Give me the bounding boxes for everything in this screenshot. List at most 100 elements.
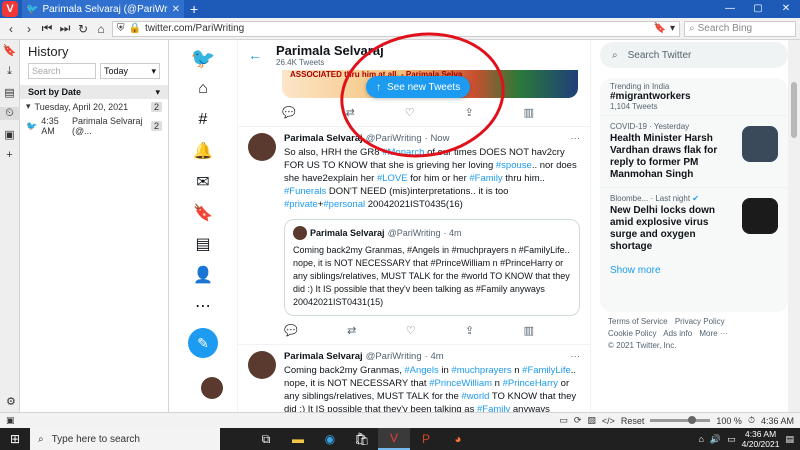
ads-info-link[interactable]: Ads info bbox=[663, 329, 692, 338]
taskbar-search-input[interactable]: ⌕ Type here to search bbox=[30, 428, 220, 450]
close-window-icon[interactable]: ✕ bbox=[772, 0, 800, 18]
analytics-icon[interactable]: ▥ bbox=[524, 106, 534, 119]
code-icon[interactable]: </> bbox=[602, 416, 615, 426]
scrollbar-thumb[interactable] bbox=[791, 82, 797, 138]
tweet-author[interactable]: Parimala Selvaraj bbox=[284, 351, 363, 362]
search-engine-field[interactable]: ⌕ Search Bing bbox=[684, 20, 796, 37]
like-icon[interactable]: ♡ bbox=[406, 324, 416, 337]
system-clock[interactable]: 4:36 AM 4/20/2021 bbox=[742, 429, 780, 449]
retweet-icon[interactable]: ⇄ bbox=[347, 324, 356, 337]
vivaldi-taskbar-icon[interactable]: V bbox=[378, 428, 410, 450]
fast-forward-icon[interactable]: ⏭ bbox=[58, 21, 72, 36]
messages-envelope-icon[interactable]: ✉ bbox=[189, 168, 217, 196]
tiling-icon[interactable]: ▭ bbox=[559, 415, 568, 426]
settings-gear-icon[interactable]: ⚙ bbox=[6, 395, 16, 408]
rewind-icon[interactable]: ⏮ bbox=[40, 21, 54, 36]
notifications-icon[interactable]: ▤ bbox=[785, 434, 794, 445]
minimize-icon[interactable]: — bbox=[716, 0, 744, 18]
news-item[interactable]: COVID-19 · Yesterday Health Minister Har… bbox=[600, 115, 788, 187]
home-icon[interactable]: ⌂ bbox=[189, 75, 217, 103]
window-panel-icon[interactable]: ▣ bbox=[4, 128, 14, 141]
history-sort-header[interactable]: Sort by Date ▾ bbox=[20, 85, 168, 99]
panel-toggle-icon[interactable]: ▣ bbox=[6, 415, 15, 426]
maximize-icon[interactable]: ▢ bbox=[744, 0, 772, 18]
news-item[interactable]: Bloombe... · Last night ✔ New Delhi lock… bbox=[600, 187, 788, 259]
lock-icon[interactable]: 🔒 bbox=[129, 23, 141, 34]
reload-icon[interactable]: ↻ bbox=[76, 22, 90, 36]
twitter-search-input[interactable]: ⌕ Search Twitter bbox=[600, 42, 788, 68]
history-range-select[interactable]: Today ▾ bbox=[100, 63, 160, 79]
account-avatar[interactable] bbox=[201, 377, 223, 399]
home-icon[interactable]: ⌂ bbox=[94, 22, 108, 36]
reset-zoom-button[interactable]: Reset bbox=[621, 416, 645, 426]
trend-item[interactable]: Trending in India #migrantworkers 1,104 … bbox=[600, 78, 788, 115]
forward-icon[interactable]: › bbox=[22, 22, 36, 36]
task-view-icon[interactable]: ⧉ bbox=[250, 428, 282, 450]
bookmark-icon[interactable]: 🔖 bbox=[654, 23, 666, 34]
browser-tab[interactable]: 🐦 Parimala Selvaraj (@PariWriting ✕ bbox=[22, 0, 184, 18]
analytics-icon[interactable]: ▥ bbox=[524, 324, 534, 337]
more-options-icon[interactable]: ··· bbox=[571, 351, 581, 362]
url-field[interactable]: ⛨ 🔒 twitter.com/PariWriting 🔖 ▾ bbox=[112, 20, 680, 37]
show-more-link[interactable]: Show more bbox=[600, 259, 788, 282]
tweet-handle[interactable]: @PariWriting bbox=[366, 133, 422, 144]
powerpoint-icon[interactable]: P bbox=[410, 428, 442, 450]
history-entry[interactable]: 🐦 4:35 AM Parimala Selvaraj (@... 2 bbox=[20, 114, 168, 138]
new-tab-button[interactable]: + bbox=[190, 1, 198, 17]
volume-icon[interactable]: 🔊 bbox=[710, 434, 721, 445]
history-search-input[interactable]: Search bbox=[28, 63, 96, 79]
privacy-link[interactable]: Privacy Policy bbox=[675, 317, 725, 326]
more-icon[interactable]: ⋯ bbox=[189, 292, 217, 320]
downloads-panel-icon[interactable]: ⤓ bbox=[7, 65, 12, 78]
shield-icon[interactable]: ⛨ bbox=[117, 23, 125, 34]
tweet[interactable]: Parimala Selvaraj @PariWriting · 4m ··· … bbox=[238, 344, 590, 412]
history-date-group[interactable]: ▾ Tuesday, April 20, 2021 2 bbox=[20, 99, 168, 114]
network-icon[interactable]: ⌂ bbox=[698, 434, 703, 444]
tweet-avatar[interactable] bbox=[248, 351, 276, 379]
tweet[interactable]: Parimala Selvaraj @PariWriting · Now ···… bbox=[238, 126, 590, 344]
vivaldi-logo-icon[interactable]: V bbox=[2, 1, 18, 17]
lists-icon[interactable]: ▤ bbox=[189, 230, 217, 258]
see-new-tweets-button[interactable]: ↑ See new Tweets bbox=[366, 76, 471, 98]
store-icon[interactable]: 🛍 bbox=[346, 428, 378, 450]
back-icon[interactable]: ‹ bbox=[4, 22, 18, 36]
reply-icon[interactable]: 💬 bbox=[284, 324, 298, 337]
dropdown-icon[interactable]: ▾ bbox=[670, 23, 675, 34]
url-text[interactable]: twitter.com/PariWriting bbox=[145, 23, 650, 34]
tweet-avatar[interactable] bbox=[248, 133, 276, 161]
add-panel-icon[interactable]: + bbox=[6, 149, 12, 161]
twitter-logo-icon[interactable]: 🐦 bbox=[189, 44, 217, 72]
share-icon[interactable]: ⇪ bbox=[465, 324, 474, 337]
tweet-time[interactable]: · 4m bbox=[425, 351, 444, 362]
notes-panel-icon[interactable]: ▤ bbox=[4, 86, 14, 99]
back-arrow-icon[interactable]: ← bbox=[248, 47, 262, 63]
bookmarks-icon[interactable]: 🔖 bbox=[189, 199, 217, 227]
reply-icon[interactable]: 💬 bbox=[282, 106, 296, 119]
quoted-tweet[interactable]: Parimala Selvaraj @PariWriting · 4m Comi… bbox=[284, 219, 580, 316]
sync-icon[interactable]: ⟳ bbox=[574, 415, 582, 426]
compose-tweet-button[interactable]: ✎ bbox=[188, 328, 218, 358]
tweet-handle[interactable]: @PariWriting bbox=[366, 351, 422, 362]
notifications-bell-icon[interactable]: 🔔 bbox=[189, 137, 217, 165]
retweet-icon[interactable]: ⇄ bbox=[346, 106, 355, 119]
zoom-slider[interactable] bbox=[650, 416, 711, 424]
cookie-link[interactable]: Cookie Policy bbox=[608, 329, 656, 338]
close-tab-icon[interactable]: ✕ bbox=[172, 4, 180, 15]
image-icon[interactable]: ▨ bbox=[587, 415, 596, 426]
windows-start-icon[interactable]: ⊞ bbox=[0, 432, 30, 446]
like-icon[interactable]: ♡ bbox=[405, 106, 415, 119]
more-options-icon[interactable]: ··· bbox=[571, 133, 581, 144]
battery-icon[interactable]: ▭ bbox=[727, 434, 736, 445]
firefox-icon[interactable]: ◕ bbox=[442, 428, 474, 450]
explore-hashtag-icon[interactable]: # bbox=[189, 106, 217, 134]
tweet-time[interactable]: · Now bbox=[425, 133, 450, 144]
bookmarks-panel-icon[interactable]: 🔖 bbox=[3, 44, 17, 57]
more-link[interactable]: More ··· bbox=[699, 329, 727, 338]
page-scrollbar[interactable] bbox=[788, 40, 800, 412]
history-panel-icon[interactable]: ⏲ bbox=[0, 107, 20, 120]
tweet-author[interactable]: Parimala Selvaraj bbox=[284, 133, 363, 144]
edge-icon[interactable]: ◉ bbox=[314, 428, 346, 450]
terms-link[interactable]: Terms of Service bbox=[608, 317, 668, 326]
profile-icon[interactable]: 👤 bbox=[189, 261, 217, 289]
share-icon[interactable]: ⇪ bbox=[464, 106, 473, 119]
